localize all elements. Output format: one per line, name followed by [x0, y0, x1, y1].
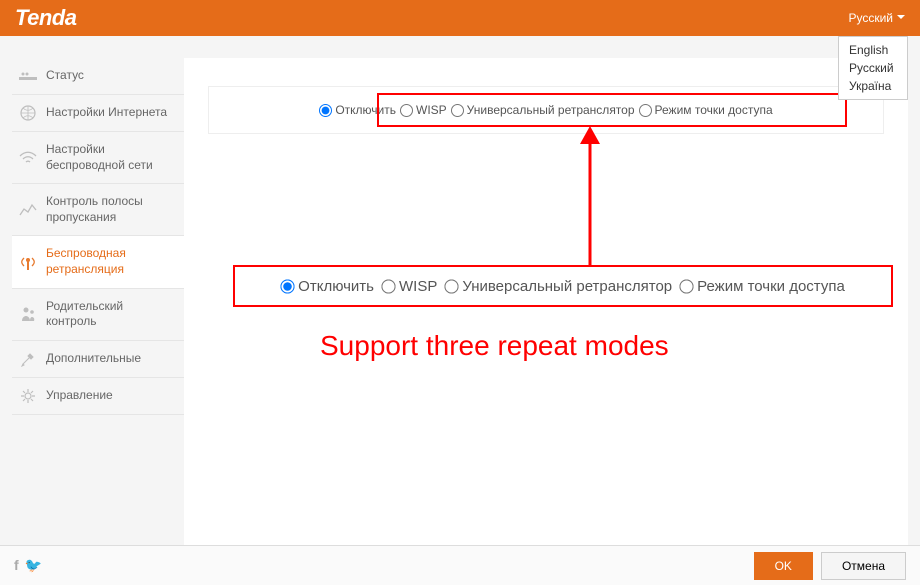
- option-label: Отключить: [298, 278, 374, 295]
- sidebar-item-status[interactable]: Статус: [12, 58, 184, 95]
- mode-option-wisp[interactable]: WISP: [382, 278, 437, 295]
- sidebar-item-label: Управление: [46, 388, 176, 404]
- sidebar-item-label: Контроль полосы пропускания: [46, 194, 176, 225]
- footer-buttons: OK Отмена: [754, 552, 906, 580]
- language-current: Русский: [848, 11, 893, 25]
- sidebar-item-bandwidth[interactable]: Контроль полосы пропускания: [12, 184, 184, 236]
- option-label: Отключить: [335, 103, 396, 117]
- annotation-caption: Support three repeat modes: [320, 330, 669, 362]
- sidebar-item-internet[interactable]: Настройки Интернета: [12, 95, 184, 132]
- social-links: f 🐦: [14, 557, 42, 574]
- caret-down-icon: [897, 11, 905, 26]
- option-label: Режим точки доступа: [655, 103, 773, 117]
- mode-option-universal[interactable]: Универсальный ретранслятор: [451, 103, 635, 117]
- radio-input[interactable]: [381, 279, 395, 293]
- radio-input[interactable]: [281, 279, 295, 293]
- language-dropdown: English Русский Україна: [838, 36, 908, 100]
- sidebar-item-parental[interactable]: Родительский контроль: [12, 289, 184, 341]
- footer-bar: f 🐦 OK Отмена: [0, 545, 920, 585]
- radio-input[interactable]: [319, 104, 332, 117]
- option-label: Универсальный ретранслятор: [467, 103, 635, 117]
- brand-logo: Tenda: [15, 5, 76, 31]
- radio-input[interactable]: [445, 279, 459, 293]
- language-option[interactable]: Русский: [839, 59, 907, 77]
- content-panel: Отключить WISP Универсальный ретранслято…: [184, 58, 908, 585]
- mode-option-wisp[interactable]: WISP: [400, 103, 447, 117]
- radio-input[interactable]: [639, 104, 652, 117]
- radio-input[interactable]: [451, 104, 464, 117]
- option-label: Универсальный ретранслятор: [462, 278, 672, 295]
- sidebar-item-label: Статус: [46, 68, 176, 84]
- sidebar-item-label: Родительский контроль: [46, 299, 176, 330]
- wifi-icon: [18, 150, 38, 166]
- twitter-icon[interactable]: 🐦: [25, 557, 42, 574]
- tools-icon: [18, 351, 38, 367]
- mode-option-universal[interactable]: Универсальный ретранслятор: [445, 278, 672, 295]
- mode-option-ap[interactable]: Режим точки доступа: [680, 278, 845, 295]
- sidebar-item-label: Беспроводная ретрансляция: [46, 246, 176, 277]
- sidebar-item-label: Дополнительные: [46, 351, 176, 367]
- sidebar-item-label: Настройки Интернета: [46, 105, 176, 121]
- facebook-icon[interactable]: f: [14, 557, 19, 574]
- status-icon: [18, 68, 38, 84]
- sidebar: Статус Настройки Интернета Настройки бес…: [12, 58, 184, 585]
- repeater-icon: [18, 254, 38, 270]
- body: Статус Настройки Интернета Настройки бес…: [0, 36, 920, 585]
- sidebar-item-management[interactable]: Управление: [12, 378, 184, 415]
- ok-button[interactable]: OK: [754, 552, 813, 580]
- option-label: WISP: [416, 103, 447, 117]
- radio-input[interactable]: [680, 279, 694, 293]
- option-label: Режим точки доступа: [697, 278, 845, 295]
- radio-input[interactable]: [400, 104, 413, 117]
- annotation-enlarged: Отключить WISP Универсальный ретранслято…: [233, 265, 893, 307]
- mode-option-disable[interactable]: Отключить: [281, 278, 374, 295]
- mode-option-ap[interactable]: Режим точки доступа: [639, 103, 773, 117]
- sidebar-item-wireless[interactable]: Настройки беспроводной сети: [12, 132, 184, 184]
- sidebar-item-advanced[interactable]: Дополнительные: [12, 341, 184, 378]
- mode-radio-group: Отключить WISP Универсальный ретранслято…: [208, 86, 884, 134]
- language-option[interactable]: Україна: [839, 77, 907, 95]
- sidebar-item-label: Настройки беспроводной сети: [46, 142, 176, 173]
- globe-icon: [18, 105, 38, 121]
- bandwidth-icon: [18, 202, 38, 218]
- mode-option-disable[interactable]: Отключить: [319, 103, 396, 117]
- gear-icon: [18, 388, 38, 404]
- header-bar: Tenda Русский: [0, 0, 920, 36]
- option-label: WISP: [399, 278, 437, 295]
- sidebar-item-repeater[interactable]: Беспроводная ретрансляция: [12, 236, 184, 288]
- parent-icon: [18, 306, 38, 322]
- language-option[interactable]: English: [839, 41, 907, 59]
- language-selector[interactable]: Русский: [848, 11, 905, 26]
- cancel-button[interactable]: Отмена: [821, 552, 906, 580]
